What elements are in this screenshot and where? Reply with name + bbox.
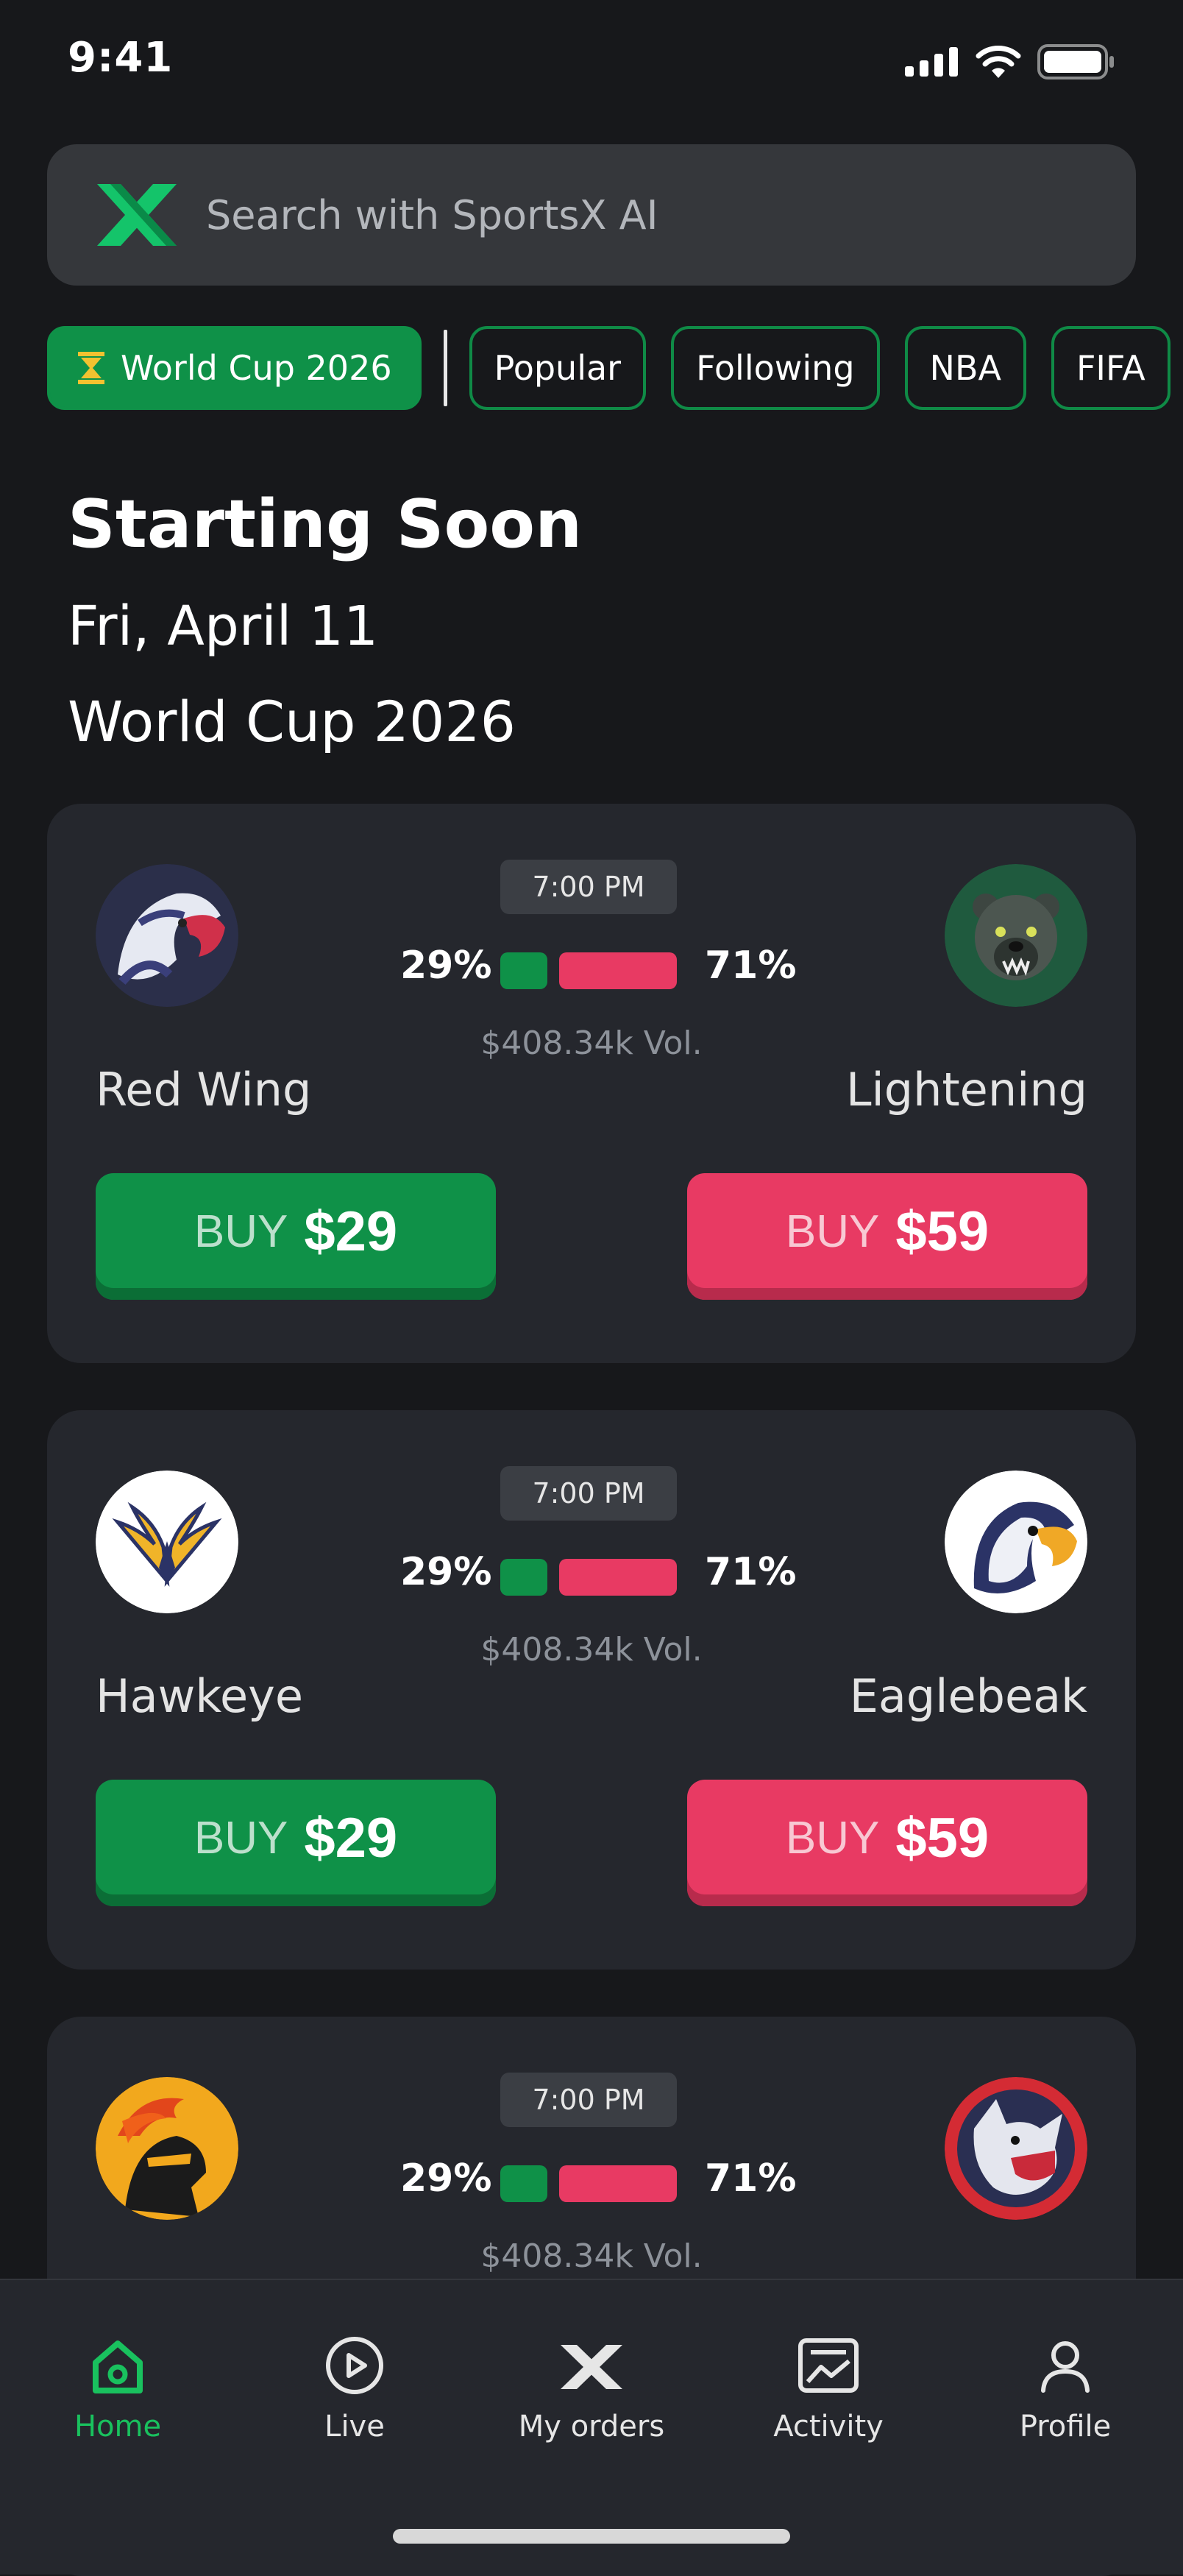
- left-percentage: 29%: [400, 944, 492, 988]
- buy-price: $29: [304, 1200, 398, 1263]
- chip-nba[interactable]: NBA: [904, 326, 1026, 410]
- match-volume: $408.34k Vol.: [480, 1025, 703, 1062]
- buy-label: BUY: [193, 1206, 288, 1257]
- buy-label: BUY: [785, 1206, 880, 1257]
- buy-price: $29: [304, 1806, 398, 1869]
- battery-icon: [1037, 44, 1114, 79]
- right-percentage: 71%: [705, 944, 797, 988]
- chip-popular[interactable]: Popular: [469, 326, 647, 410]
- search-bar[interactable]: Search with SportsX AI: [47, 144, 1136, 286]
- tab-label: Activity: [773, 2410, 884, 2444]
- bear-logo-icon: [945, 864, 1087, 1007]
- section-league: World Cup 2026: [68, 689, 516, 754]
- odds-bar-right: [559, 2165, 677, 2202]
- eagle-logo-icon: [96, 864, 238, 1007]
- right-team-name: Eaglebeak: [849, 1669, 1087, 1723]
- buy-right-button[interactable]: BUY $59: [687, 1780, 1087, 1906]
- tab-label: Live: [324, 2410, 385, 2444]
- odds-bar-right: [559, 952, 677, 989]
- activity-icon: [798, 2338, 859, 2393]
- home-icon: [93, 2340, 143, 2393]
- tab-live[interactable]: Live: [266, 2329, 443, 2444]
- section-title: Starting Soon: [68, 486, 583, 563]
- wifi-icon: [976, 46, 1021, 78]
- match-volume: $408.34k Vol.: [480, 1631, 703, 1669]
- right-percentage: 71%: [705, 2156, 797, 2201]
- tab-my-orders[interactable]: My orders: [503, 2329, 680, 2444]
- buy-price: $59: [895, 1806, 990, 1869]
- tab-profile[interactable]: Profile: [977, 2329, 1154, 2444]
- status-icons: [905, 44, 1115, 79]
- play-icon: [326, 2337, 383, 2394]
- sportsx-icon: [561, 2345, 622, 2389]
- wings-logo-icon: [96, 1471, 238, 1613]
- chip-label: World Cup 2026: [121, 348, 392, 388]
- profile-icon: [1041, 2341, 1090, 2393]
- chip-world-cup-2026[interactable]: World Cup 2026: [47, 326, 422, 410]
- match-time: 7:00 PM: [500, 2073, 677, 2127]
- left-team-name: Hawkeye: [96, 1669, 303, 1723]
- status-bar: 9:41: [0, 0, 1183, 125]
- tab-home[interactable]: Home: [29, 2329, 206, 2444]
- match-card[interactable]: 7:00 PM 29% 71% $408.34k Vol. Red Wing L…: [47, 804, 1136, 1363]
- buy-left-button[interactable]: BUY $29: [96, 1780, 496, 1906]
- buy-right-button[interactable]: BUY $59: [687, 1173, 1087, 1300]
- left-percentage: 29%: [400, 1550, 492, 1594]
- sportsx-logo-icon: [97, 184, 177, 246]
- buy-left-button[interactable]: BUY $29: [96, 1173, 496, 1300]
- section-date: Fri, April 11: [68, 595, 379, 658]
- status-time: 9:41: [68, 34, 174, 82]
- tab-label: Profile: [1019, 2410, 1112, 2444]
- buy-label: BUY: [193, 1812, 288, 1864]
- match-time: 7:00 PM: [500, 1466, 677, 1521]
- odds-bar-left: [500, 2165, 547, 2202]
- buy-label: BUY: [785, 1812, 880, 1864]
- left-team-name: Red Wing: [96, 1063, 312, 1117]
- tab-label: My orders: [518, 2410, 665, 2444]
- odds-bar-left: [500, 1559, 547, 1596]
- eagle-head-logo-icon: [945, 1471, 1087, 1613]
- tab-activity[interactable]: Activity: [740, 2329, 917, 2444]
- trophy-icon: [78, 352, 104, 384]
- right-team-name: Lightening: [845, 1063, 1087, 1117]
- tab-label: Home: [74, 2410, 162, 2444]
- search-placeholder[interactable]: Search with SportsX AI: [206, 192, 658, 238]
- signal-icon: [905, 47, 958, 77]
- match-time: 7:00 PM: [500, 860, 677, 914]
- warrior-logo-icon: [96, 2077, 238, 2220]
- match-volume: $408.34k Vol.: [480, 2237, 703, 2275]
- odds-bar-right: [559, 1559, 677, 1596]
- filter-chips: World Cup 2026 Popular Following NBA FIF…: [47, 324, 1183, 412]
- left-percentage: 29%: [400, 2156, 492, 2201]
- match-card[interactable]: 7:00 PM 29% 71% $408.34k Vol. Hawkeye Ea…: [47, 1410, 1136, 1970]
- right-percentage: 71%: [705, 1550, 797, 1594]
- chip-divider: [443, 330, 447, 406]
- wolf-logo-icon: [945, 2077, 1087, 2220]
- chip-fifa[interactable]: FIFA: [1051, 326, 1170, 410]
- home-indicator: [393, 2529, 790, 2544]
- chip-following[interactable]: Following: [671, 326, 880, 410]
- buy-price: $59: [895, 1200, 990, 1263]
- odds-bar-left: [500, 952, 547, 989]
